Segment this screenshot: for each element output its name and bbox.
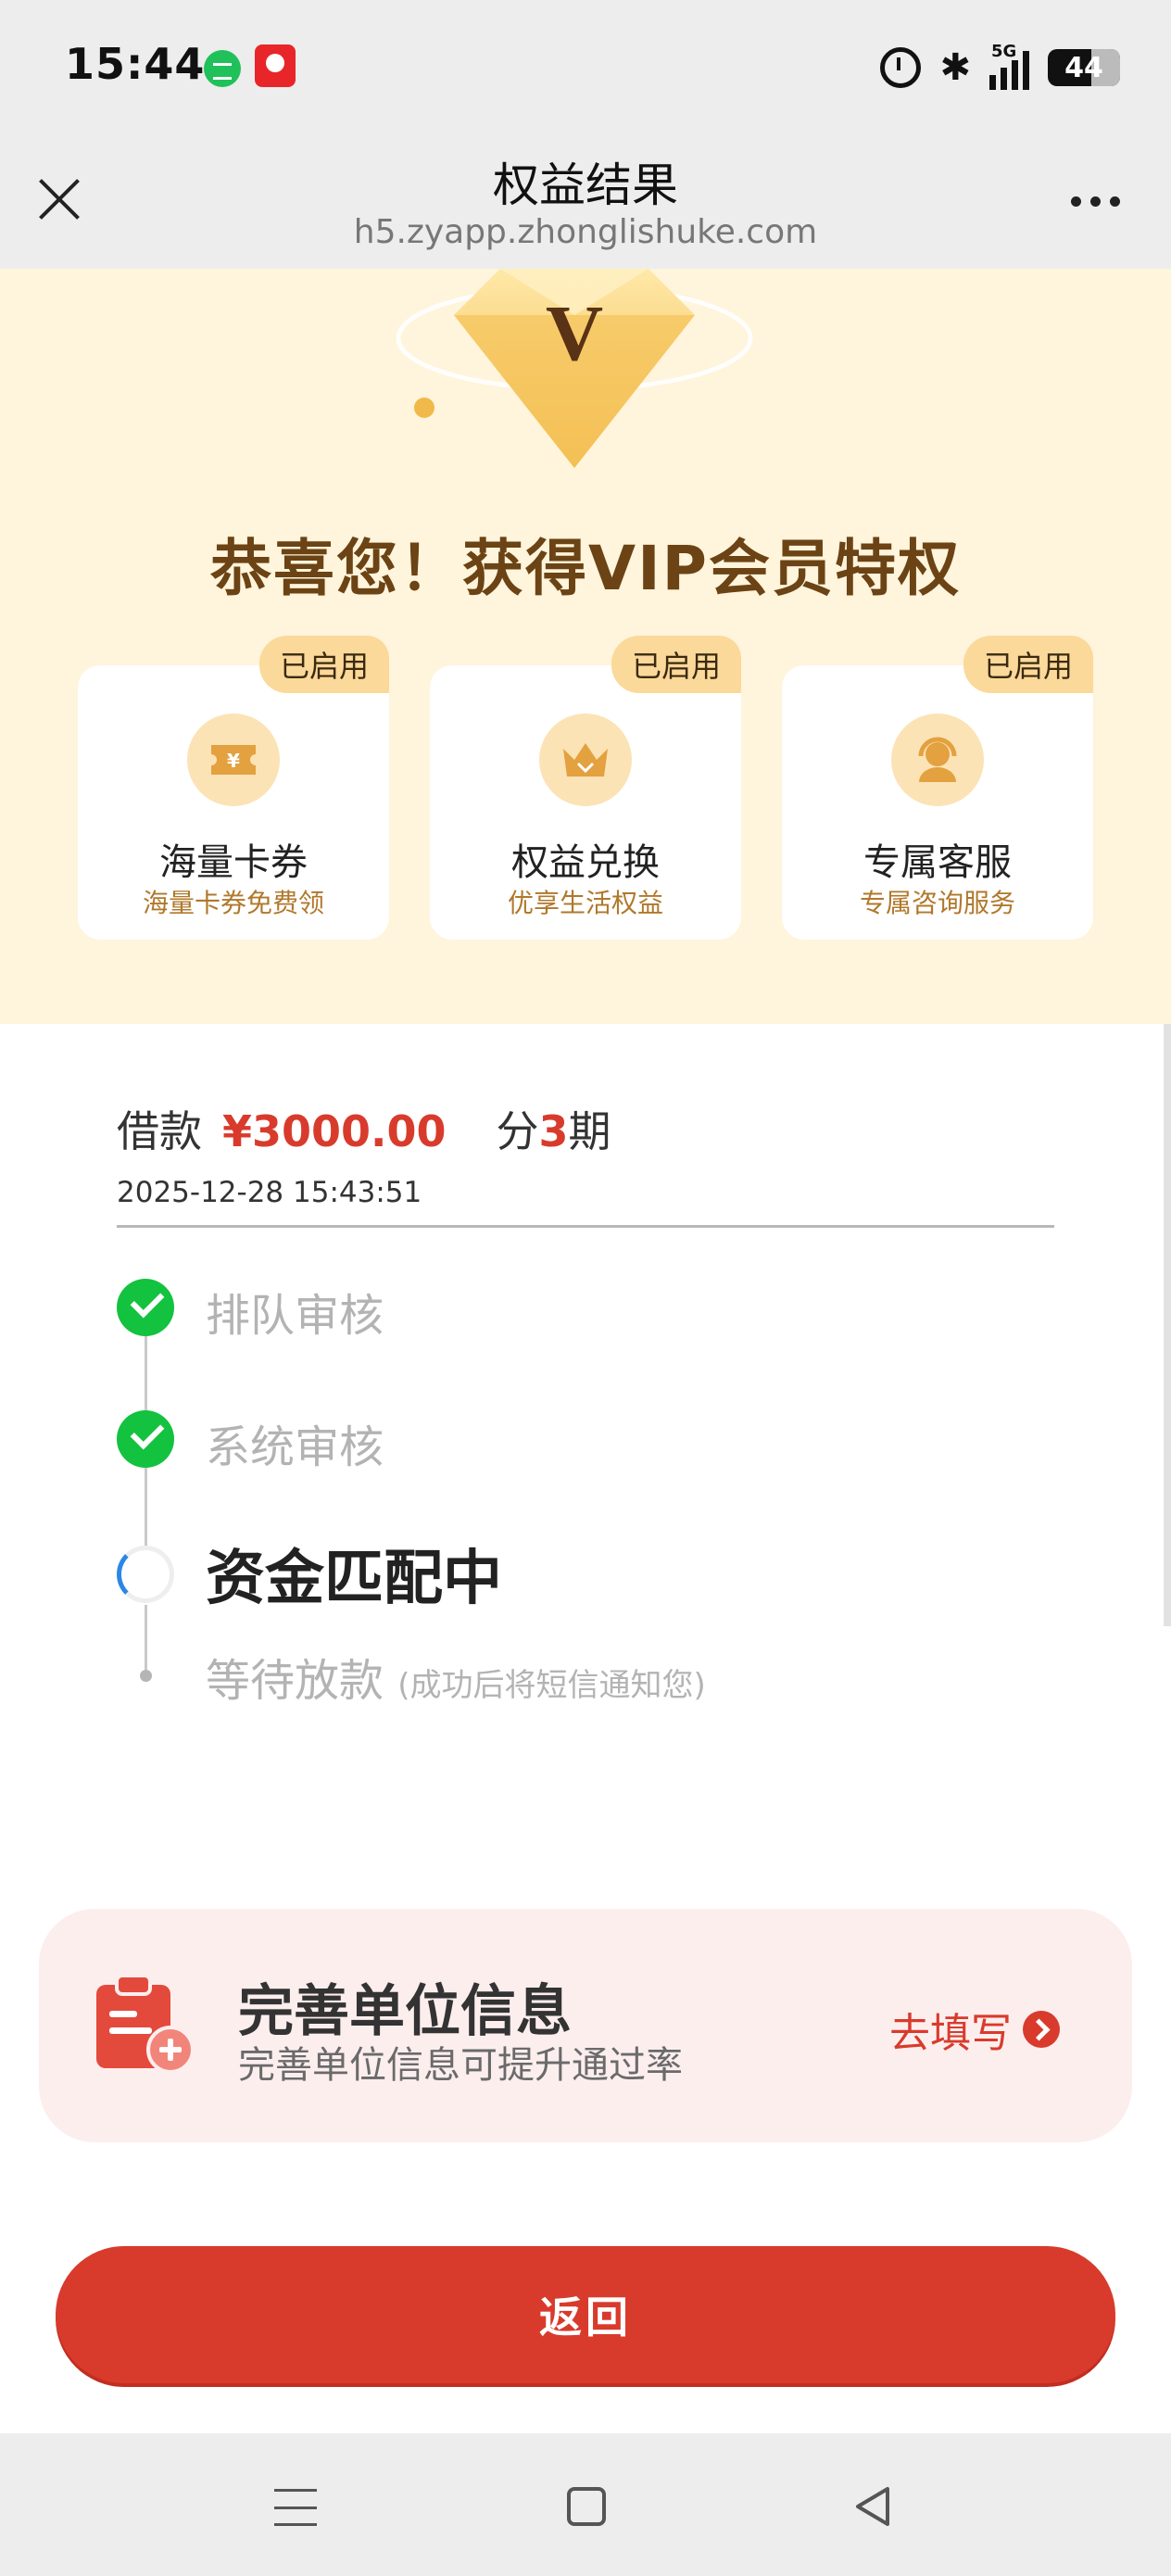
benefit-card-exchange[interactable]: 已启用 权益兑换 优享生活权益 bbox=[430, 636, 741, 940]
benefit-desc: 专属咨询服务 bbox=[859, 888, 1015, 918]
hero-title: 恭喜您！获得VIP会员特权 bbox=[209, 533, 961, 604]
step-connector bbox=[145, 1605, 147, 1670]
benefit-card-service[interactable]: 已启用 专属客服 专属咨询服务 bbox=[782, 636, 1093, 940]
step-complete-icon bbox=[117, 1279, 174, 1336]
chevron-right-icon bbox=[1023, 2011, 1060, 2048]
chat-app-notification-icon bbox=[204, 50, 241, 87]
page-url: h5.zyapp.zhonglishuke.com bbox=[353, 213, 818, 251]
ticket-icon: ¥ bbox=[187, 713, 280, 806]
step-label-text: 等待放款 bbox=[206, 1655, 384, 1707]
loan-amount: ¥3000.00 bbox=[222, 1106, 447, 1156]
home-icon[interactable] bbox=[567, 2487, 606, 2526]
step-label-active: 资金匹配中 bbox=[206, 1545, 502, 1613]
step-note: (成功后将短信通知您) bbox=[397, 1667, 706, 1704]
benefit-name: 海量卡券 bbox=[159, 841, 308, 884]
benefit-desc: 优享生活权益 bbox=[507, 888, 663, 918]
loan-summary: 借款 ¥3000.00 分3期 2025-12-28 15:43:51 bbox=[117, 1098, 1054, 1209]
vip-hero: V 恭喜您！获得VIP会员特权 已启用 ¥ 海量卡券 海量卡券免费领 已启用 权… bbox=[0, 269, 1171, 1024]
crown-icon bbox=[539, 713, 632, 806]
battery-icon: 44 bbox=[1048, 49, 1120, 86]
signal-icon: 5G bbox=[989, 42, 1029, 90]
back-button[interactable]: 返回 bbox=[56, 2246, 1115, 2383]
status-time: 15:44 bbox=[65, 39, 206, 89]
benefit-name: 专属客服 bbox=[863, 841, 1012, 884]
recent-apps-icon[interactable] bbox=[274, 2489, 317, 2526]
battery-level: 44 bbox=[1064, 51, 1103, 84]
benefit-desc: 海量卡券免费领 bbox=[142, 888, 324, 918]
app-notification-icon bbox=[255, 44, 296, 87]
fill-in-label: 去填写 bbox=[889, 2010, 1012, 2057]
page-title: 权益结果 bbox=[493, 158, 678, 212]
bluetooth-icon: ✱ bbox=[939, 46, 971, 89]
divider bbox=[117, 1225, 1054, 1228]
system-nav-bar bbox=[0, 2433, 1171, 2576]
network-type-label: 5G bbox=[991, 42, 1017, 61]
status-bar: 15:44 ✱ 5G 44 bbox=[0, 0, 1171, 139]
step-complete-icon bbox=[117, 1410, 174, 1468]
alarm-icon bbox=[880, 47, 922, 88]
progress-steps: 排队审核 系统审核 资金匹配中 等待放款 (成功后将短信通知您) bbox=[115, 1279, 1041, 1707]
vip-badge-letter: V bbox=[546, 288, 603, 377]
step-connector bbox=[145, 1336, 147, 1410]
more-icon[interactable] bbox=[1071, 196, 1120, 207]
step-pending-dot bbox=[140, 1670, 152, 1682]
status-badge: 已启用 bbox=[611, 636, 741, 693]
promo-subtitle: 完善单位信息可提升通过率 bbox=[238, 2044, 683, 2087]
status-badge: 已启用 bbox=[259, 636, 389, 693]
status-indicators: ✱ 5G 44 bbox=[880, 42, 1120, 93]
loan-date: 2025-12-28 15:43:51 bbox=[117, 1176, 422, 1209]
loan-label: 借款 bbox=[117, 1106, 202, 1156]
step-label: 排队审核 bbox=[206, 1290, 384, 1342]
nav-bar: 权益结果 h5.zyapp.zhonglishuke.com bbox=[0, 139, 1171, 269]
step-label: 系统审核 bbox=[206, 1421, 384, 1473]
complete-company-info-card[interactable]: 完善单位信息 完善单位信息可提升通过率 去填写 bbox=[39, 1909, 1132, 2142]
step-label: 等待放款 (成功后将短信通知您) bbox=[206, 1644, 706, 1709]
loading-spinner-icon bbox=[117, 1546, 174, 1603]
svg-text:¥: ¥ bbox=[227, 750, 240, 772]
back-triangle-icon[interactable] bbox=[852, 2485, 895, 2528]
loan-period-count: 3 bbox=[538, 1106, 569, 1156]
benefit-name: 权益兑换 bbox=[511, 841, 660, 884]
benefit-card-coupons[interactable]: 已启用 ¥ 海量卡券 海量卡券免费领 bbox=[78, 636, 389, 940]
loan-period: 分3期 bbox=[496, 1106, 611, 1156]
status-badge: 已启用 bbox=[963, 636, 1093, 693]
vip-diamond-icon: V bbox=[396, 269, 753, 468]
clipboard-add-icon bbox=[96, 1974, 195, 2074]
benefit-list: 已启用 ¥ 海量卡券 海量卡券免费领 已启用 权益兑换 优享生活权益 已启用 专… bbox=[78, 636, 1093, 940]
step-connector bbox=[145, 1468, 147, 1546]
headset-icon bbox=[891, 713, 984, 806]
fill-in-link[interactable]: 去填写 bbox=[889, 2000, 1060, 2059]
loan-line: 借款 ¥3000.00 分3期 bbox=[117, 1098, 1054, 1159]
